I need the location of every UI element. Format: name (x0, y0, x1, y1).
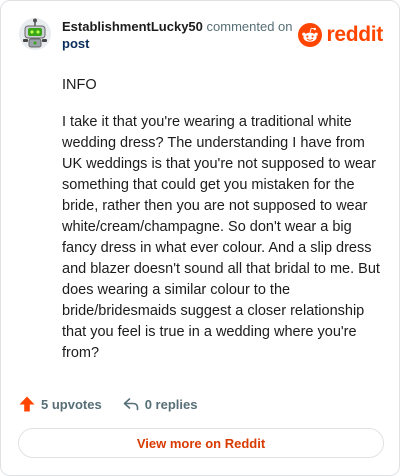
reddit-brand[interactable]: reddit (298, 23, 383, 47)
reply-button[interactable]: 0 replies (122, 395, 198, 413)
post-link[interactable]: post (62, 36, 89, 52)
upvote-button[interactable]: 5 upvotes (18, 395, 102, 413)
comment-body: INFO I take it that you're wearing a tra… (62, 75, 382, 364)
comment-actions: 5 upvotes 0 replies (18, 393, 197, 415)
reddit-logo-icon (298, 23, 323, 47)
username-link[interactable]: EstablishmentLucky50 (62, 19, 203, 34)
upvote-count: 5 upvotes (41, 396, 102, 412)
commented-on-text: commented on (206, 19, 293, 34)
upvote-arrow-icon (18, 395, 36, 413)
view-more-button[interactable]: View more on Reddit (18, 428, 384, 458)
snoo-avatar-icon[interactable] (18, 17, 52, 51)
comment-header: EstablishmentLucky50 commented on post r… (18, 15, 383, 55)
comment-paragraph: I take it that you're wearing a traditio… (62, 114, 380, 361)
author-line: EstablishmentLucky50 commented on (62, 19, 293, 35)
reply-count: 0 replies (144, 396, 198, 412)
reddit-comment-embed: EstablishmentLucky50 commented on post r… (0, 0, 400, 476)
reddit-wordmark: reddit (326, 23, 383, 46)
reply-arrow-icon (122, 395, 140, 413)
comment-paragraph: INFO (62, 77, 97, 93)
